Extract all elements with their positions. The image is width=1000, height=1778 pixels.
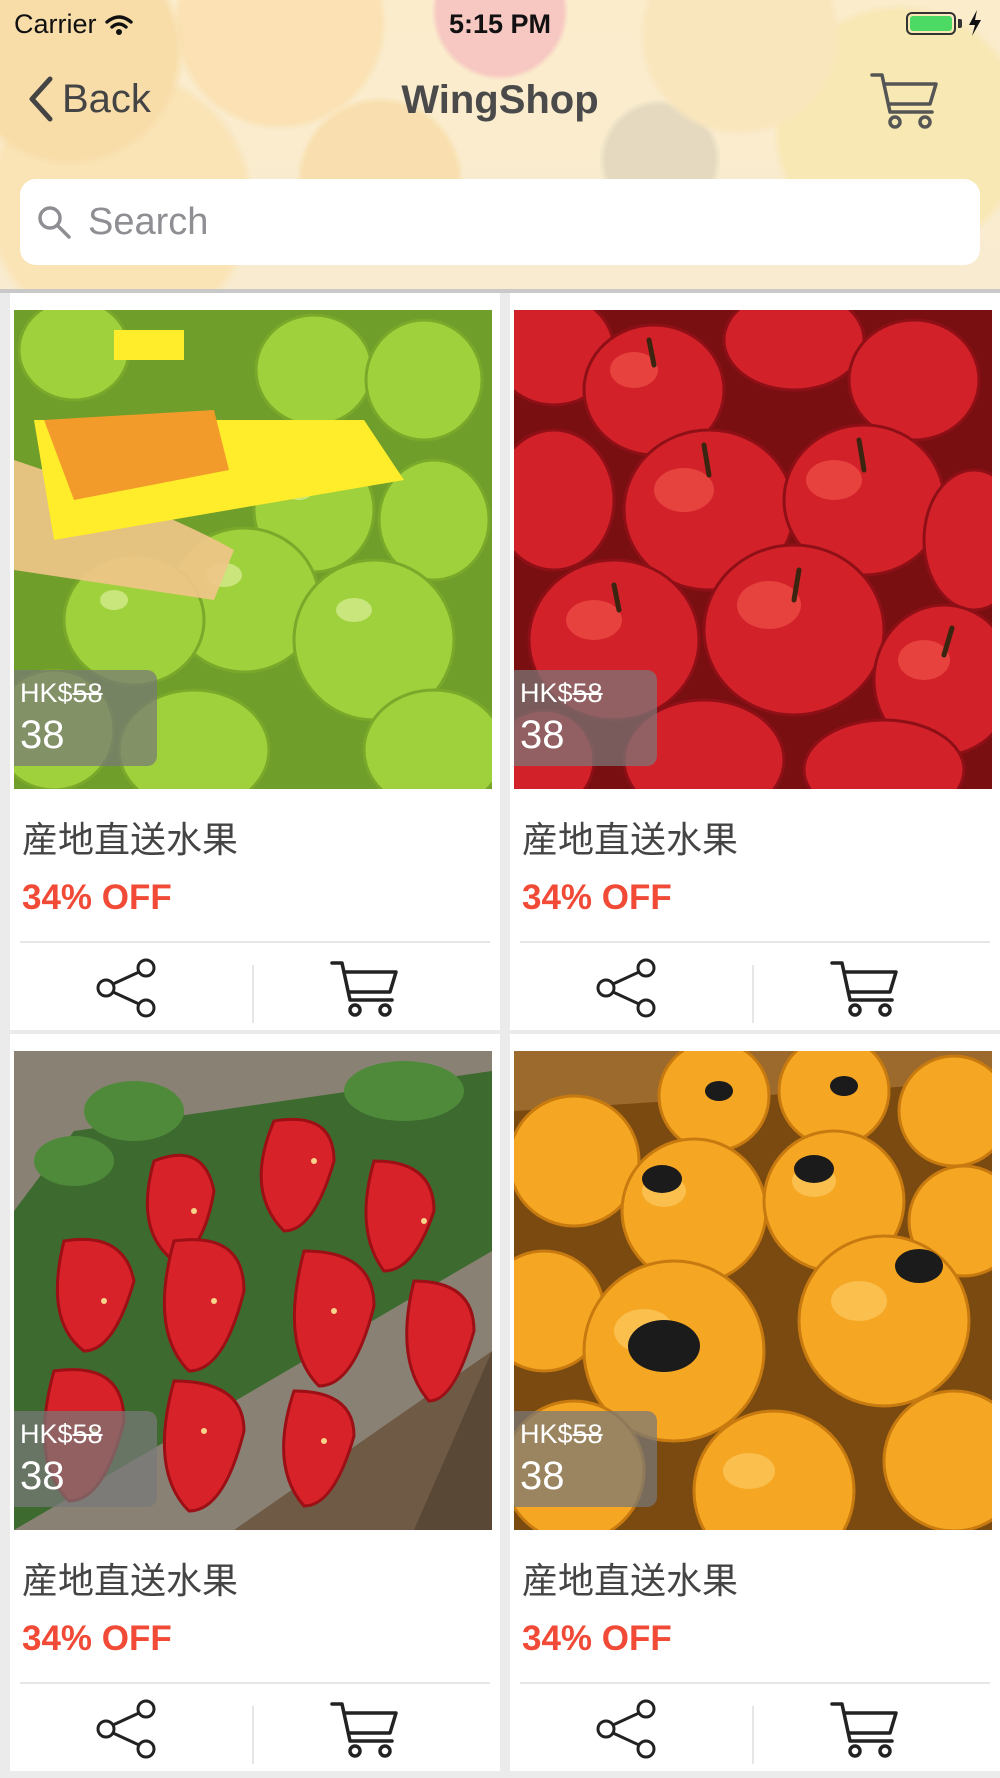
card-actions xyxy=(10,1684,500,1771)
cart-icon xyxy=(870,73,938,129)
action-separator xyxy=(752,965,754,1023)
add-to-cart-button[interactable] xyxy=(330,958,400,1023)
discount-label: 34% OFF xyxy=(522,878,672,917)
card-actions xyxy=(510,1684,1000,1771)
product-title[interactable]: 産地直送水果 xyxy=(522,811,738,863)
product-title[interactable]: 産地直送水果 xyxy=(22,1552,238,1604)
original-price: 58 xyxy=(72,678,103,708)
share-button[interactable] xyxy=(594,958,658,1023)
add-to-cart-button[interactable] xyxy=(830,1699,900,1764)
chevron-left-icon xyxy=(29,76,53,122)
product-card[interactable]: HK$58 38 産地直送水果 34% OFF xyxy=(10,293,500,1030)
card-actions xyxy=(510,943,1000,1030)
product-image-grapes[interactable]: HK$58 38 xyxy=(14,310,492,789)
share-button[interactable] xyxy=(94,958,158,1023)
share-button[interactable] xyxy=(594,1699,658,1764)
product-card[interactable]: HK$58 38 産地直送水果 34% OFF xyxy=(10,1034,500,1771)
share-icon xyxy=(96,958,156,1018)
product-image-apples[interactable]: HK$58 38 xyxy=(514,310,992,789)
price-badge: HK$58 38 xyxy=(514,1411,657,1507)
product-title[interactable]: 産地直送水果 xyxy=(22,811,238,863)
share-icon xyxy=(596,958,656,1018)
header-cart-button[interactable] xyxy=(870,70,940,135)
price-badge: HK$58 38 xyxy=(14,670,157,766)
product-card[interactable]: HK$58 38 産地直送水果 34% OFF xyxy=(510,1034,1000,1771)
currency-label: HK$ xyxy=(20,678,73,708)
original-price: 58 xyxy=(572,1419,603,1449)
product-image-strawberries[interactable]: HK$58 38 xyxy=(14,1051,492,1530)
share-icon xyxy=(596,1699,656,1759)
action-separator xyxy=(752,1706,754,1764)
add-to-cart-button[interactable] xyxy=(830,958,900,1023)
add-to-cart-button[interactable] xyxy=(330,1699,400,1764)
status-time: 5:15 PM xyxy=(448,9,552,39)
sale-price: 38 xyxy=(20,1454,65,1498)
cart-icon xyxy=(330,961,398,1017)
original-price: 58 xyxy=(572,678,603,708)
share-button[interactable] xyxy=(94,1699,158,1764)
cart-icon xyxy=(330,1702,398,1758)
sale-price: 38 xyxy=(20,713,65,757)
search-icon xyxy=(38,206,71,239)
search-bar[interactable] xyxy=(20,179,980,265)
search-input[interactable] xyxy=(86,199,950,245)
currency-label: HK$ xyxy=(520,678,573,708)
cart-icon xyxy=(830,1702,898,1758)
back-label: Back xyxy=(62,76,151,121)
share-icon xyxy=(96,1699,156,1759)
discount-label: 34% OFF xyxy=(522,1619,672,1658)
charging-icon xyxy=(969,10,981,36)
card-actions xyxy=(10,943,500,1030)
header-divider xyxy=(0,289,1000,293)
product-image-oranges[interactable]: HK$58 38 xyxy=(514,1051,992,1530)
header: Carrier 5:15 PM Back WingShop xyxy=(0,0,1000,291)
price-badge: HK$58 38 xyxy=(14,1411,157,1507)
discount-label: 34% OFF xyxy=(22,1619,172,1658)
price-badge: HK$58 38 xyxy=(514,670,657,766)
sale-price: 38 xyxy=(520,713,565,757)
product-title[interactable]: 産地直送水果 xyxy=(522,1552,738,1604)
currency-label: HK$ xyxy=(520,1419,573,1449)
currency-label: HK$ xyxy=(20,1419,73,1449)
action-separator xyxy=(252,1706,254,1764)
battery-icon xyxy=(906,10,982,36)
action-separator xyxy=(252,965,254,1023)
back-button[interactable]: Back xyxy=(28,76,151,122)
product-card[interactable]: HK$58 38 産地直送水果 34% OFF xyxy=(510,293,1000,1030)
sale-price: 38 xyxy=(520,1454,565,1498)
original-price: 58 xyxy=(72,1419,103,1449)
discount-label: 34% OFF xyxy=(22,878,172,917)
cart-icon xyxy=(830,961,898,1017)
